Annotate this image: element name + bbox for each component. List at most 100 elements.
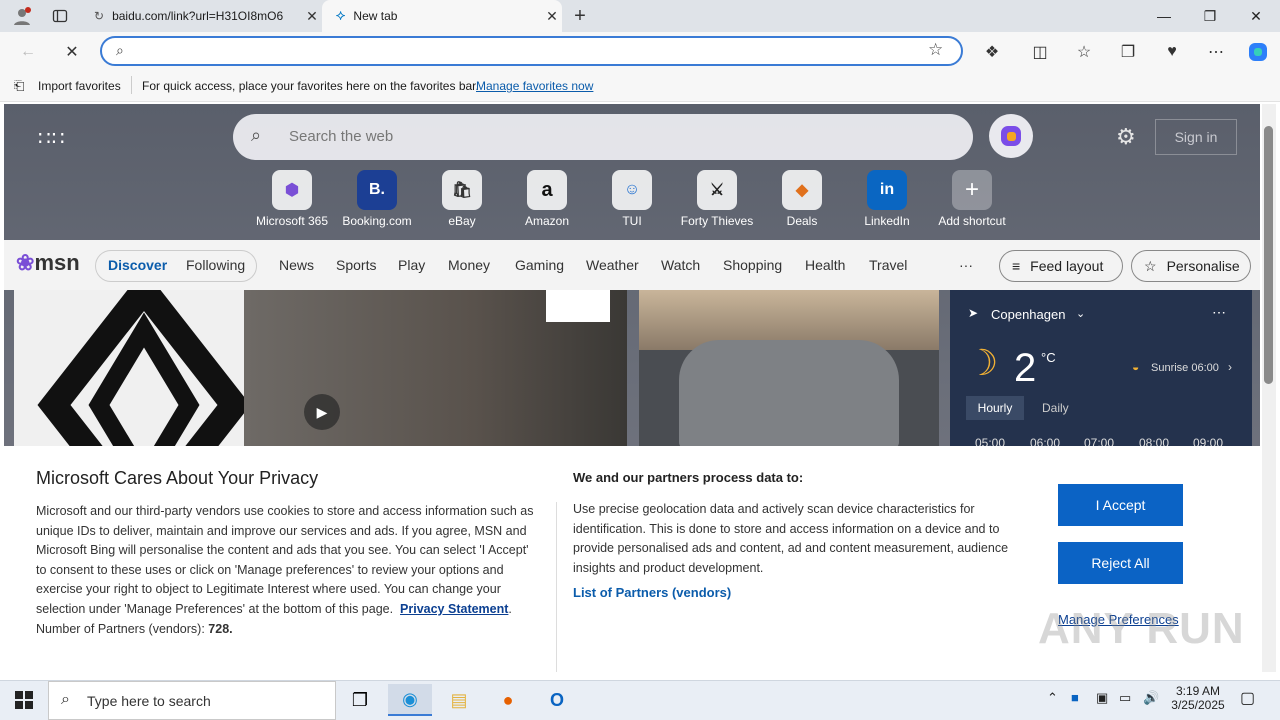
shortcut-linkedin[interactable]: in LinkedIn — [845, 170, 929, 228]
list-of-partners-link[interactable]: List of Partners (vendors) — [573, 585, 731, 600]
tab-title: New tab — [353, 9, 398, 23]
temperature-unit: °C — [1041, 350, 1056, 365]
show-hidden-icons-icon[interactable]: ⌃ — [1047, 690, 1058, 706]
taskbar-clock[interactable]: 3:19 AM 3/25/2025 — [1168, 684, 1228, 712]
msn-logo[interactable]: ❀msn — [16, 250, 80, 276]
close-window-button[interactable]: ✕ — [1233, 0, 1279, 32]
shortcut-microsoft-365[interactable]: ⬢ Microsoft 365 — [250, 170, 334, 228]
purposes-title: We and our partners process data to: — [573, 470, 804, 485]
accept-button[interactable]: I Accept — [1058, 484, 1183, 526]
apps-launcher-icon[interactable]: ∷∷ — [38, 126, 65, 151]
outlook-tray-icon[interactable]: ■ — [1071, 690, 1079, 705]
favorites-icon[interactable]: ☆ — [1070, 40, 1098, 64]
outlook-icon[interactable]: O — [535, 684, 579, 716]
address-input[interactable] — [148, 42, 908, 60]
nav-gaming[interactable]: Gaming — [515, 257, 564, 273]
taskbar-search-box[interactable]: ⌕ Type here to search — [48, 681, 336, 720]
profile-icon[interactable] — [8, 4, 36, 28]
news-card-video[interactable]: ▶ — [14, 290, 627, 450]
shortcut-label: TUI — [622, 214, 642, 228]
nav-news[interactable]: News — [279, 257, 314, 273]
tab-baidu[interactable]: ↻ baidu.com/link?url=H31OI8mO6 ✕ — [86, 0, 322, 32]
windows-start-icon[interactable] — [2, 684, 46, 716]
sunrise-text: Sunrise 06:00 — [1151, 362, 1219, 374]
sign-in-button[interactable]: Sign in — [1155, 119, 1237, 155]
personalise-button[interactable]: ☆ Personalise — [1131, 250, 1251, 282]
more-menu-icon[interactable]: ⋯ — [1202, 40, 1230, 64]
reject-all-button[interactable]: Reject All — [1058, 542, 1183, 584]
extensions-icon[interactable]: ❖ — [978, 40, 1006, 64]
nav-shopping[interactable]: Shopping — [723, 257, 782, 273]
shortcut-tui[interactable]: ☺ TUI — [590, 170, 674, 228]
edge-taskbar-icon[interactable]: ◉ — [388, 684, 432, 716]
copilot-button[interactable] — [989, 114, 1033, 158]
weather-card[interactable]: ➤ Copenhagen ⌄ ⋯ ☽ 2 °C ◒ Sunrise 06:00 … — [950, 290, 1252, 450]
nav-more-button[interactable]: ··· — [959, 257, 973, 273]
news-card-car[interactable] — [639, 290, 939, 450]
favorite-star-icon[interactable]: ☆ — [928, 40, 943, 60]
close-tab-icon[interactable]: ✕ — [542, 8, 562, 25]
car-brand-badge — [546, 290, 610, 322]
nav-sports[interactable]: Sports — [336, 257, 376, 273]
collections-icon[interactable]: ❐ — [1114, 40, 1142, 64]
chevron-right-icon[interactable]: › — [1228, 360, 1232, 374]
nav-weather[interactable]: Weather — [586, 257, 639, 273]
volume-icon[interactable]: 🔊 — [1143, 690, 1159, 706]
tab-daily[interactable]: Daily — [1042, 401, 1069, 415]
tab-discover[interactable]: Discover — [108, 257, 167, 273]
network-icon[interactable]: ▭ — [1119, 690, 1131, 706]
nav-travel[interactable]: Travel — [869, 257, 907, 273]
shortcut-deals[interactable]: ◆ Deals — [760, 170, 844, 228]
tui-icon: ☺ — [612, 170, 652, 210]
search-icon: ⌕ — [61, 691, 70, 708]
add-shortcut-button[interactable]: + Add shortcut — [930, 170, 1014, 228]
shortcut-label: Amazon — [524, 214, 570, 228]
nav-watch[interactable]: Watch — [661, 257, 700, 273]
import-favorites-button[interactable]: Import favorites — [38, 79, 121, 93]
tab-new-tab[interactable]: ⯎ New tab ✕ — [322, 0, 562, 32]
search-placeholder: Search the web — [289, 128, 394, 145]
privacy-statement-link[interactable]: Privacy Statement — [400, 602, 508, 616]
shortcut-forty-thieves[interactable]: ⚔ Forty Thieves — [675, 170, 759, 228]
nav-health[interactable]: Health — [805, 257, 845, 273]
nav-play[interactable]: Play — [398, 257, 425, 273]
play-icon[interactable]: ▶ — [304, 394, 340, 430]
tab-following[interactable]: Following — [186, 257, 245, 273]
nav-money[interactable]: Money — [448, 257, 490, 273]
shortcut-label: LinkedIn — [864, 214, 910, 228]
shortcut-label: Deals — [786, 214, 818, 228]
location-arrow-icon: ➤ — [968, 306, 979, 320]
new-tab-button[interactable]: + — [568, 4, 592, 28]
more-options-icon[interactable]: ⋯ — [1212, 304, 1226, 321]
split-screen-icon[interactable]: ◫ — [1026, 40, 1054, 64]
sparkle-icon: ☆ — [1144, 257, 1157, 274]
weather-location[interactable]: Copenhagen — [991, 307, 1065, 322]
device-icon[interactable]: ▣ — [1096, 690, 1108, 706]
file-explorer-icon[interactable]: ▤ — [437, 684, 481, 716]
close-tab-icon[interactable]: ✕ — [302, 8, 322, 25]
shortcut-ebay[interactable]: 🛍 eBay — [420, 170, 504, 228]
manage-favorites-link[interactable]: Manage favorites now — [476, 79, 593, 93]
feed-layout-button[interactable]: ≡ Feed layout — [999, 250, 1123, 282]
scrollbar-thumb[interactable] — [1264, 126, 1273, 384]
chevron-down-icon[interactable]: ⌄ — [1076, 307, 1085, 320]
shortcut-amazon[interactable]: a Amazon — [505, 170, 589, 228]
copilot-icon[interactable] — [1244, 40, 1272, 64]
sliders-icon: ≡ — [1012, 258, 1021, 274]
minimize-button[interactable]: — — [1141, 0, 1187, 32]
stop-loading-button[interactable]: ✕ — [58, 40, 86, 64]
browser-essentials-icon[interactable]: ♥ — [1158, 40, 1186, 64]
deals-icon: ◆ — [782, 170, 822, 210]
favorites-hint: For quick access, place your favorites h… — [142, 79, 479, 93]
shortcut-booking[interactable]: B. Booking.com — [335, 170, 419, 228]
notifications-icon[interactable]: ▢ — [1240, 688, 1255, 708]
web-search-box[interactable]: ⌕ Search the web — [233, 114, 973, 160]
task-view-icon[interactable]: ❐ — [338, 684, 382, 716]
address-bar[interactable]: ⌕ ☆ — [100, 36, 963, 66]
tab-actions-icon[interactable] — [46, 4, 74, 28]
back-button[interactable]: ← — [14, 40, 42, 64]
firefox-icon[interactable]: ● — [486, 684, 530, 716]
settings-gear-icon[interactable]: ⚙ — [1116, 124, 1136, 150]
tab-hourly[interactable]: Hourly — [966, 396, 1024, 420]
restore-button[interactable]: ❐ — [1187, 0, 1233, 32]
